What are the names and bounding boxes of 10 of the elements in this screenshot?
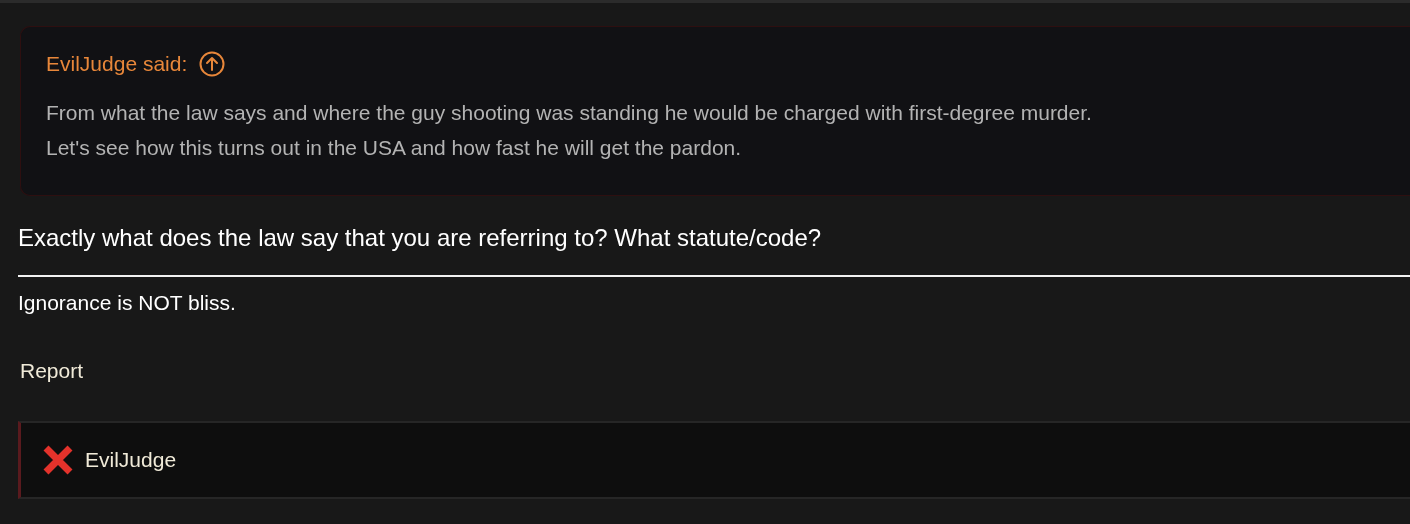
jump-to-quote-icon[interactable] [199, 51, 226, 77]
report-link[interactable]: Report [20, 357, 84, 385]
quote-text: From what the law says and where the guy shooting was standing he would be charged with first-degree murder. [46, 100, 1093, 126]
signature-text: Ignorance is NOT bliss. [18, 290, 237, 316]
ignored-post-bar[interactable]: EvilJudge [18, 421, 1410, 499]
ignored-username: EvilJudge [85, 448, 177, 472]
post-text: Exactly what does the law say that you are referring to? What statute/code? [18, 223, 823, 253]
quote-text: Let's see how this turns out in the USA and how fast he will get the pardon. [46, 135, 743, 161]
quote-author: EvilJudge said: [46, 52, 188, 76]
cross-icon [41, 443, 75, 477]
